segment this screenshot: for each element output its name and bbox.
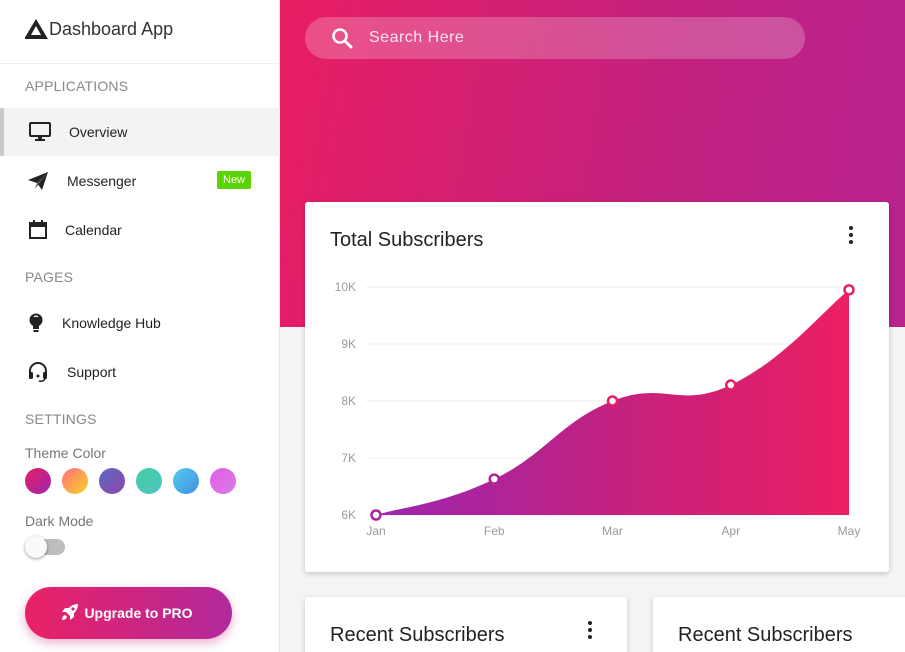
sidebar-item-label: Knowledge Hub	[62, 315, 161, 331]
data-point[interactable]	[606, 395, 619, 407]
search-icon	[332, 28, 353, 49]
x-tick-label: May	[838, 524, 861, 538]
x-tick-label: Jan	[366, 524, 385, 538]
recent-subscribers-card-2: Recent Subscribers	[653, 597, 905, 652]
card-title: Recent Subscribers	[678, 624, 853, 646]
x-tick-label: Feb	[484, 524, 505, 538]
y-tick-label: 10K	[335, 280, 356, 294]
brand-divider	[0, 63, 280, 64]
y-tick-label: 6K	[341, 508, 356, 522]
sidebar-item-messenger[interactable]: Messenger New	[0, 157, 280, 205]
lightbulb-icon	[24, 311, 48, 335]
sidebar-item-label: Overview	[69, 124, 128, 140]
theme-swatch[interactable]	[99, 468, 125, 494]
data-point[interactable]	[725, 379, 737, 391]
data-point[interactable]	[843, 284, 855, 296]
section-label-pages: PAGES	[25, 269, 74, 285]
calendar-icon	[26, 218, 50, 242]
y-tick-label: 9K	[341, 337, 356, 351]
theme-swatch[interactable]	[173, 468, 199, 494]
section-label-settings: SETTINGS	[25, 411, 97, 427]
sidebar-item-calendar[interactable]: Calendar	[0, 206, 280, 254]
sidebar: Dashboard App APPLICATIONS Overview Mess…	[0, 0, 280, 652]
y-tick-label: 7K	[341, 451, 356, 465]
headset-icon	[26, 360, 50, 384]
sidebar-item-support[interactable]: Support	[0, 348, 280, 396]
theme-swatch[interactable]	[136, 468, 162, 494]
more-options-icon[interactable]	[580, 618, 600, 642]
monitor-icon	[28, 120, 52, 144]
dark-mode-label: Dark Mode	[25, 513, 94, 529]
dark-mode-toggle[interactable]	[25, 536, 65, 558]
logo-icon	[25, 19, 48, 39]
card-title: Recent Subscribers	[330, 624, 505, 646]
theme-color-swatches	[25, 468, 236, 494]
theme-swatch[interactable]	[210, 468, 236, 494]
x-tick-label: Apr	[721, 524, 740, 538]
toggle-knob	[25, 536, 47, 558]
y-tick-label: 8K	[341, 394, 356, 408]
app-title: Dashboard App	[49, 18, 174, 39]
new-badge: New	[217, 171, 252, 189]
section-label-applications: APPLICATIONS	[25, 78, 129, 94]
sidebar-item-overview[interactable]: Overview	[0, 108, 280, 156]
search-bar[interactable]	[305, 17, 805, 59]
x-tick-label: Mar	[602, 524, 623, 538]
rocket-icon	[59, 601, 81, 623]
upgrade-label: Upgrade to PRO	[84, 605, 193, 621]
subscribers-chart: 10K 9K 8K 7K 6K Jan Feb Mar Apr May	[335, 280, 861, 538]
theme-swatch[interactable]	[25, 468, 51, 494]
sidebar-item-label: Support	[67, 364, 117, 380]
theme-swatch[interactable]	[62, 468, 88, 494]
sidebar-item-knowledge-hub[interactable]: Knowledge Hub	[0, 299, 280, 347]
paper-plane-icon	[26, 169, 50, 193]
theme-color-label: Theme Color	[25, 445, 106, 461]
search-input[interactable]	[369, 17, 789, 59]
sidebar-item-label: Messenger	[67, 173, 137, 189]
sidebar-item-label: Calendar	[65, 222, 122, 238]
upgrade-to-pro-button[interactable]: Upgrade to PRO	[25, 587, 232, 639]
app-brand[interactable]: Dashboard App	[25, 18, 173, 40]
recent-subscribers-card: Recent Subscribers	[305, 597, 627, 652]
data-point[interactable]	[488, 473, 500, 485]
data-point[interactable]	[370, 509, 382, 521]
total-subscribers-card: Total Subscribers 10K 9K 8K 7K 6K Jan Feb Mar A…	[305, 202, 889, 572]
